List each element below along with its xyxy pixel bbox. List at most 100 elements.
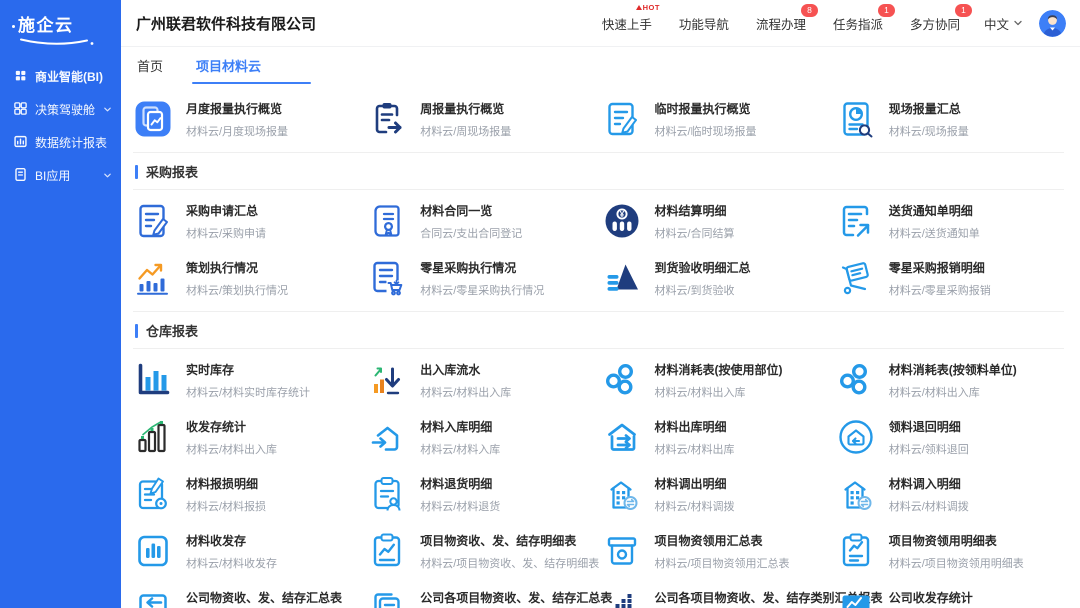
report-item[interactable]: 现场报量汇总 材料云/现场报量 [836,99,1064,139]
arrival-acceptance-triangle-icon [602,258,642,298]
material-usage-detail-clipboard-icon [836,531,876,571]
report-item-title: 零星采购报销明细 [889,258,991,276]
report-item[interactable]: 零星采购执行情况 材料云/零星采购执行情况 [367,258,595,298]
chevron-down-icon [1013,18,1023,28]
app-logo[interactable]: 施企云 [0,0,121,60]
reimburse-handtruck-icon [836,258,876,298]
report-item-title: 材料结算明细 [655,201,735,219]
report-item[interactable]: 材料调出明细 材料云/材料调拨 [602,474,830,514]
nav-feature-navigation[interactable]: 功能导航 [679,14,729,33]
report-item[interactable]: 月度报量执行概览 材料云/月度现场报量 [133,99,361,139]
nav-quick-start[interactable]: 快速上手HOT [602,14,652,33]
report-item-title: 材料消耗表(按使用部位) [655,360,783,378]
sidebar-item-business-intelligence[interactable]: 商业智能(BI) [0,60,121,93]
report-item-title: 材料入库明细 [420,417,500,435]
report-item[interactable]: 公司各项目物资收、发、结存汇总表 材料云/公司各项目物资收、发、结存汇总表 [367,588,595,608]
report-item-path: 材料云/现场报量 [889,123,969,139]
report-item-title: 策划执行情况 [186,258,288,276]
consumption-pipes-icon [602,360,642,400]
section-header-procurement-reports: 采购报表 [133,153,1064,189]
avatar-person-icon [1039,10,1066,37]
realtime-stock-bars-icon [133,360,173,400]
report-item-path: 材料云/材料调拨 [655,498,735,514]
header-nav: 快速上手HOT 功能导航 流程办理8 任务指派1 多方协同1 [602,14,960,33]
svg-text:¥: ¥ [619,210,624,219]
report-item-title: 收发存统计 [186,417,277,435]
hot-badge: HOT [636,3,660,12]
report-item[interactable]: 项目物资收、发、结存明细表 材料云/项目物资收、发、结存明细表 [367,531,595,571]
section-header-warehouse-reports: 仓库报表 [133,312,1064,348]
report-item[interactable]: 周报量执行概览 材料云/周现场报量 [367,99,595,139]
report-item[interactable]: 材料出库明细 材料云/材料出库 [602,417,830,457]
report-item[interactable]: 项目物资领用明细表 材料云/项目物资领用明细表 [836,531,1064,571]
nav-task-assignment[interactable]: 任务指派1 [833,14,883,33]
report-item-title: 材料收发存 [186,531,277,549]
report-item-title: 公司各项目物资收、发、结存类别汇总报表 [655,588,830,606]
app-root: 施企云 商业智能(BI) 决策驾驶舱 数据统计报表 BI应用 广州联君软件科技有… [0,0,1080,608]
report-item[interactable]: 采购申请汇总 材料云/采购申请 [133,201,361,241]
sidebar-nav: 商业智能(BI) 决策驾驶舱 数据统计报表 BI应用 [0,60,121,192]
report-item[interactable]: 材料消耗表(按使用部位) 材料云/材料出入库 [602,360,830,400]
language-selector[interactable]: 中文 [984,14,1023,33]
report-item[interactable]: 出入库流水 材料云/材料出入库 [367,360,595,400]
sidebar-item-label: 数据统计报表 [35,134,107,151]
nav-multi-party-collaboration[interactable]: 多方协同1 [910,14,960,33]
site-report-pie-magnifier-icon [836,99,876,139]
nav-process-handling[interactable]: 流程办理8 [756,14,806,33]
report-item[interactable]: 临时报量执行概览 材料云/临时现场报量 [602,99,830,139]
report-item-path: 材料云/材料入库 [420,441,500,457]
monthly-report-chart-icon [133,99,173,139]
weekly-clipboard-arrow-icon [367,99,407,139]
report-item[interactable]: 零星采购报销明细 材料云/零星采购报销 [836,258,1064,298]
sidebar-item-decision-cockpit[interactable]: 决策驾驶舱 [0,93,121,126]
report-item[interactable]: 到货验收明细汇总 材料云/到货验收 [602,258,830,298]
report-item[interactable]: 送货通知单明细 材料云/送货通知单 [836,201,1064,241]
report-item[interactable]: 材料消耗表(按领料单位) 材料云/材料出入库 [836,360,1064,400]
report-item-title: 采购申请汇总 [186,201,266,219]
sidebar-item-label: 商业智能(BI) [35,68,112,85]
report-item-title: 材料调出明细 [655,474,735,492]
tab-home[interactable]: 首页 [137,47,163,84]
delivery-notice-doc-icon [836,201,876,241]
in-out-flow-bars-icon [367,360,407,400]
report-item-path: 材料云/零星采购报销 [889,282,991,298]
report-item[interactable]: 实时库存 材料云/材料实时库存统计 [133,360,361,400]
report-item-path: 材料云/材料出库 [655,441,735,457]
chevron-down-icon [103,171,112,180]
report-item-path: 材料云/材料调拨 [889,498,969,514]
company-projects-summary-docs-icon [367,588,407,608]
report-item[interactable]: 材料合同一览 合同云/支出合同登记 [367,201,595,241]
report-item[interactable]: 策划执行情况 材料云/策划执行情况 [133,258,361,298]
report-item[interactable]: 公司物资收、发、结存汇总表 材料云/公司物资收、发、结存汇总表 [133,588,361,608]
report-item[interactable]: 材料收发存 材料云/材料收发存 [133,531,361,571]
report-item-path: 材料云/材料出入库 [889,384,1017,400]
report-item[interactable]: 材料调入明细 材料云/材料调拨 [836,474,1064,514]
report-item[interactable]: 公司各项目物资收、发、结存类别汇总报表 材料云/公司各项目物资收、发、结存类别汇… [602,588,830,608]
report-item-path: 材料云/材料收发存 [186,555,277,571]
language-label: 中文 [984,14,1009,33]
category-summary-building-bars-icon [602,588,642,608]
report-item[interactable]: 材料入库明细 材料云/材料入库 [367,417,595,457]
tab-project-material-cloud[interactable]: 项目材料云 [196,47,261,84]
report-item[interactable]: 领料退回明细 材料云/领料退回 [836,417,1064,457]
report-item-path: 材料云/材料出入库 [186,441,277,457]
report-item[interactable]: 材料退货明细 材料云/材料退货 [367,474,595,514]
report-item-title: 现场报量汇总 [889,99,969,117]
report-item[interactable]: 公司收发存统计 材料云/公司收发存统计 [836,588,1064,608]
report-item-title: 公司收发存统计 [889,588,1002,606]
report-item[interactable]: ¥ 材料结算明细 材料云/合同结算 [602,201,830,241]
report-item-title: 项目物资收、发、结存明细表 [420,531,595,549]
report-item-path: 材料云/采购申请 [186,225,266,241]
nav-label: 功能导航 [679,18,729,32]
settlement-coins-icon: ¥ [602,201,642,241]
sidebar-item-data-statistics-reports[interactable]: 数据统计报表 [0,126,121,159]
report-item[interactable]: 项目物资领用汇总表 材料云/项目物资领用汇总表 [602,531,830,571]
report-item[interactable]: 材料报损明细 材料云/材料报损 [133,474,361,514]
report-item-title: 月度报量执行概览 [186,99,288,117]
grid-icon [13,68,28,86]
section-title: 仓库报表 [146,321,198,340]
report-item[interactable]: 收发存统计 材料云/材料出入库 [133,417,361,457]
user-avatar[interactable] [1039,10,1066,37]
sidebar-item-bi-apps[interactable]: BI应用 [0,159,121,192]
report-item-path: 材料云/材料报损 [186,498,266,514]
